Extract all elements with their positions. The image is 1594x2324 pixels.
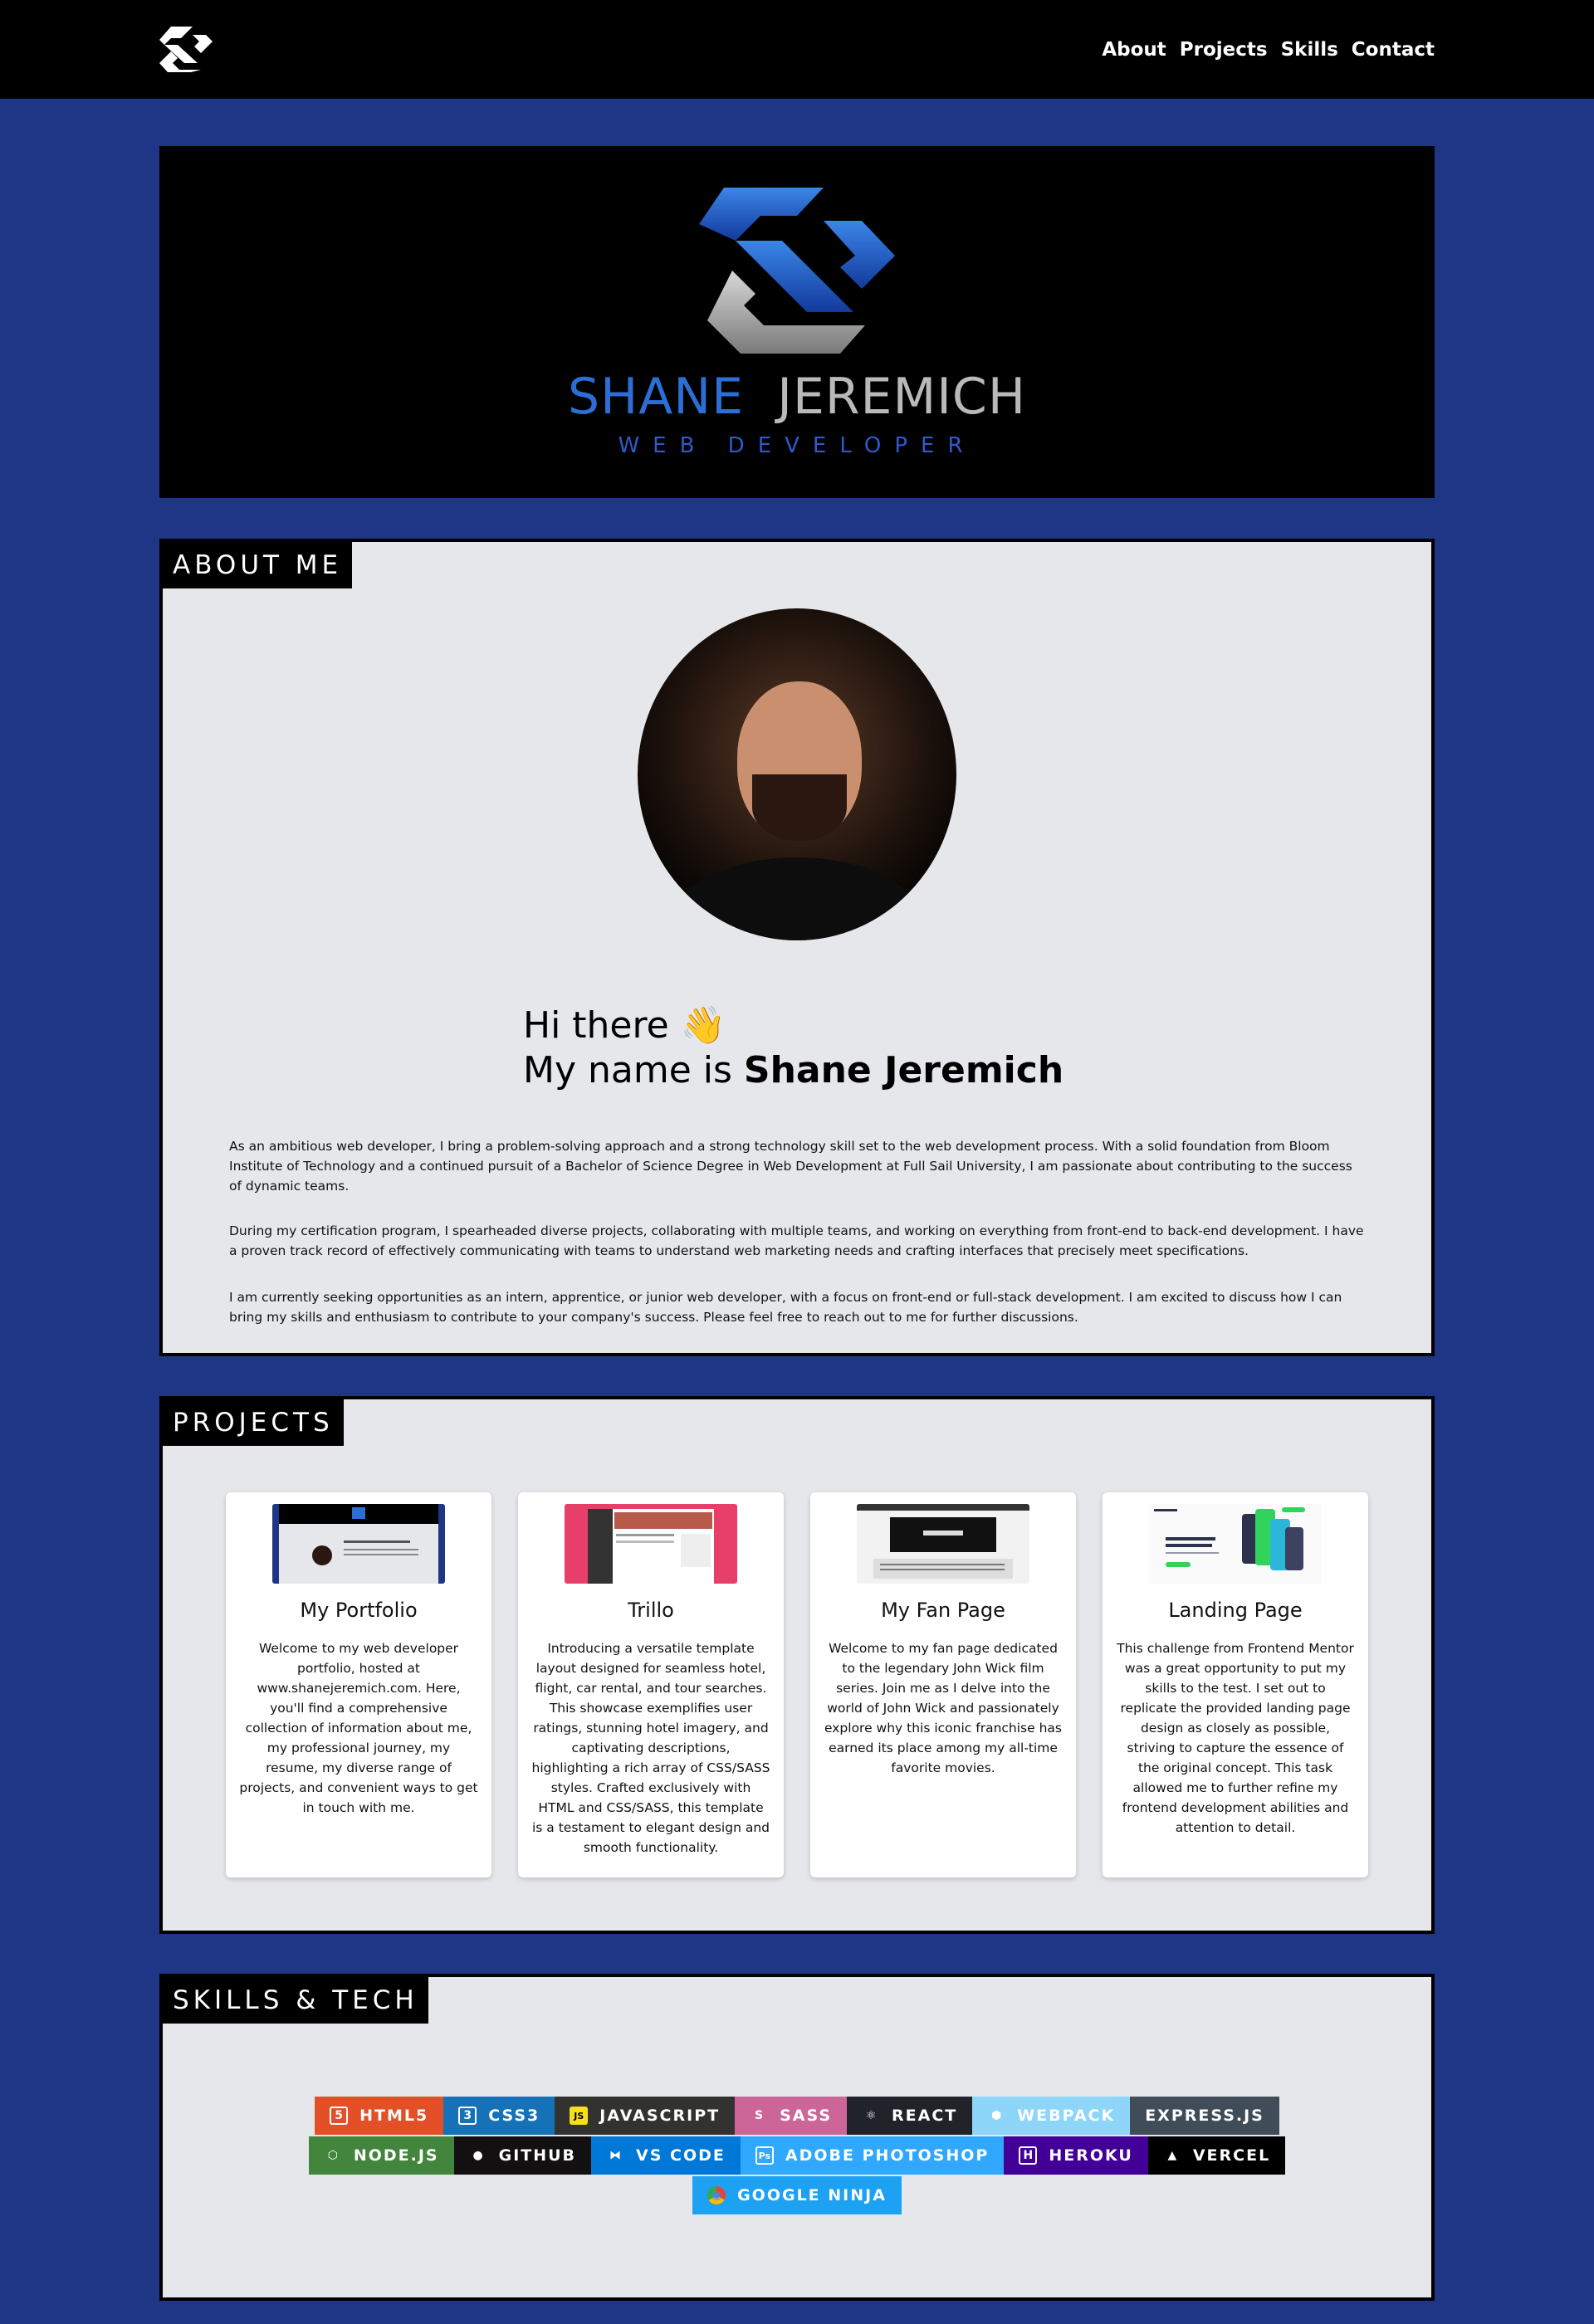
section-title-about: ABOUT ME xyxy=(163,542,353,588)
vscode-icon: ⧓ xyxy=(609,2149,622,2162)
about-section: ABOUT ME Hi there 👋 My name is Shane Jer… xyxy=(159,539,1435,1356)
skill-badge-label: EXPRESS.JS xyxy=(1145,2107,1264,2125)
project-thumbnail[interactable] xyxy=(857,1504,1029,1584)
sass-icon: S xyxy=(755,2109,764,2122)
project-thumbnail[interactable] xyxy=(565,1504,737,1584)
google-chrome-icon: ◉ xyxy=(707,2186,726,2204)
project-card-landing-page[interactable]: Landing Page This challenge from Fronten… xyxy=(1103,1492,1368,1877)
sj-logo-icon xyxy=(699,188,895,354)
skill-badge-javascript: JS JAVASCRIPT xyxy=(555,2097,736,2135)
skill-badge-node-js: ⬡ NODE.JS xyxy=(308,2136,454,2175)
skill-badge-label: GITHUB xyxy=(498,2146,577,2165)
hero-first-name: SHANE xyxy=(568,368,745,426)
project-description: Welcome to my web developer portfolio, h… xyxy=(239,1641,478,1815)
greeting-line-1: Hi there 👋 xyxy=(523,1004,726,1047)
heroku-icon: H xyxy=(1019,2146,1038,2165)
project-card-portfolio[interactable]: My Portfolio Welcome to my web developer… xyxy=(226,1492,491,1877)
nav-links: About Projects Skills Contact xyxy=(1102,0,1435,99)
skill-badge-sass: S SASS xyxy=(735,2097,847,2135)
nav-link-contact[interactable]: Contact xyxy=(1352,39,1435,61)
greeting-prefix: My name is xyxy=(523,1049,744,1091)
nav-link-skills[interactable]: Skills xyxy=(1281,39,1338,61)
skill-badge-label: ADOBE PHOTOSHOP xyxy=(785,2146,990,2165)
skill-badge-label: HTML5 xyxy=(359,2107,429,2125)
hero-last-name: JEREMICH xyxy=(777,368,1026,426)
nodejs-icon: ⬡ xyxy=(327,2149,338,2162)
skill-badge-row: ◉ GOOGLE NINJA xyxy=(692,2176,902,2214)
skill-badge-heroku: H HEROKU xyxy=(1004,2136,1148,2175)
project-description: Welcome to my fan page dedicated to the … xyxy=(824,1641,1062,1775)
project-thumbnail[interactable] xyxy=(1149,1504,1322,1584)
greeting-heading: Hi there 👋 My name is Shane Jeremich xyxy=(523,1003,1063,1093)
skill-badge-label: VERCEL xyxy=(1192,2146,1271,2165)
about-paragraph: As an ambitious web developer, I bring a… xyxy=(229,1139,1352,1194)
project-title: Landing Page xyxy=(1168,1599,1303,1622)
photoshop-icon: Ps xyxy=(755,2146,774,2165)
html5-icon: 5 xyxy=(330,2107,349,2125)
skill-badge-github: ● GITHUB xyxy=(453,2136,592,2175)
skill-badge-label: GOOGLE NINJA xyxy=(737,2186,887,2204)
github-icon: ● xyxy=(472,2149,483,2162)
skill-badge-label: VS CODE xyxy=(636,2146,726,2165)
nav-link-about[interactable]: About xyxy=(1102,39,1166,61)
profile-photo-shirt xyxy=(671,857,923,940)
css3-icon: 3 xyxy=(458,2107,477,2125)
skill-badge-react: ⚛ REACT xyxy=(847,2097,973,2135)
skill-badge-label: SASS xyxy=(780,2107,832,2125)
skill-badge-label: JAVASCRIPT xyxy=(599,2107,721,2125)
skills-section: SKILLS & TECH 5 HTML5 3 CSS3 JS JAVASCRIPT S SA… xyxy=(159,1974,1435,2301)
skill-badge-adobe-photoshop: Ps ADOBE PHOTOSHOP xyxy=(740,2136,1005,2175)
project-title: My Portfolio xyxy=(300,1599,418,1622)
skill-badge-css3: 3 CSS3 xyxy=(443,2097,555,2135)
profile-photo-beard xyxy=(752,774,847,841)
project-title: My Fan Page xyxy=(881,1599,1005,1622)
hero-subtitle: WEB DEVELOPER xyxy=(618,433,976,458)
hero-banner: SHANE JEREMICH WEB DEVELOPER xyxy=(159,146,1435,498)
top-navbar: About Projects Skills Contact xyxy=(0,0,1594,99)
javascript-icon: JS xyxy=(570,2107,589,2125)
projects-section: PROJECTS My Portfolio Welcome to my web … xyxy=(159,1396,1435,1934)
greeting-name: Shane Jeremich xyxy=(743,1049,1064,1091)
section-title-projects: PROJECTS xyxy=(163,1399,344,1446)
webpack-icon: ⬢ xyxy=(991,2109,1002,2122)
project-card-trillo[interactable]: Trillo Introducing a versatile template … xyxy=(518,1492,784,1877)
skill-badge-label: NODE.JS xyxy=(353,2146,439,2165)
project-cards: My Portfolio Welcome to my web developer… xyxy=(226,1492,1368,1877)
skill-badge-label: HEROKU xyxy=(1049,2146,1133,2165)
project-description: This challenge from Frontend Mentor was … xyxy=(1117,1641,1354,1835)
skill-badge-webpack: ⬢ WEBPACK xyxy=(972,2097,1131,2135)
skill-badges: 5 HTML5 3 CSS3 JS JAVASCRIPT S SASS ⚛ REACT ⬢ WEBPA… xyxy=(163,2097,1431,2214)
skill-badge-html5: 5 HTML5 xyxy=(315,2097,444,2135)
react-icon: ⚛ xyxy=(865,2109,877,2122)
about-paragraph: During my certification program, I spear… xyxy=(229,1223,1364,1258)
section-title-skills: SKILLS & TECH xyxy=(163,1977,428,2024)
hero-name: SHANE JEREMICH xyxy=(159,372,1435,422)
about-paragraph: I am currently seeking opportunities as … xyxy=(229,1290,1342,1325)
vercel-icon: ▲ xyxy=(1167,2149,1177,2162)
skill-badge-label: REACT xyxy=(892,2107,958,2125)
skill-badge-row: ⬡ NODE.JS ● GITHUB ⧓ VS CODE Ps ADOBE PHOTOSHOP… xyxy=(308,2136,1286,2175)
skill-badge-label: WEBPACK xyxy=(1017,2107,1116,2125)
skill-badge-row: 5 HTML5 3 CSS3 JS JAVASCRIPT S SASS ⚛ REACT ⬢ WEBPA… xyxy=(315,2097,1279,2135)
skill-badge-express-js: EXPRESS.JS xyxy=(1130,2097,1279,2135)
skill-badge-label: CSS3 xyxy=(488,2107,540,2125)
project-card-fan-page[interactable]: My Fan Page Welcome to my fan page dedic… xyxy=(810,1492,1076,1877)
nav-link-projects[interactable]: Projects xyxy=(1180,39,1268,61)
project-thumbnail[interactable] xyxy=(272,1504,445,1584)
skill-badge-vs-code: ⧓ VS CODE xyxy=(591,2136,741,2175)
project-title: Trillo xyxy=(628,1599,674,1622)
greeting-line-2: My name is Shane Jeremich xyxy=(523,1048,1063,1093)
project-description: Introducing a versatile template layout … xyxy=(531,1641,770,1855)
skill-badge-vercel: ▲ VERCEL xyxy=(1147,2136,1286,2175)
sj-logo-icon[interactable] xyxy=(159,27,213,72)
profile-photo xyxy=(638,608,956,940)
skill-badge-google-ninja: ◉ GOOGLE NINJA xyxy=(692,2176,902,2214)
